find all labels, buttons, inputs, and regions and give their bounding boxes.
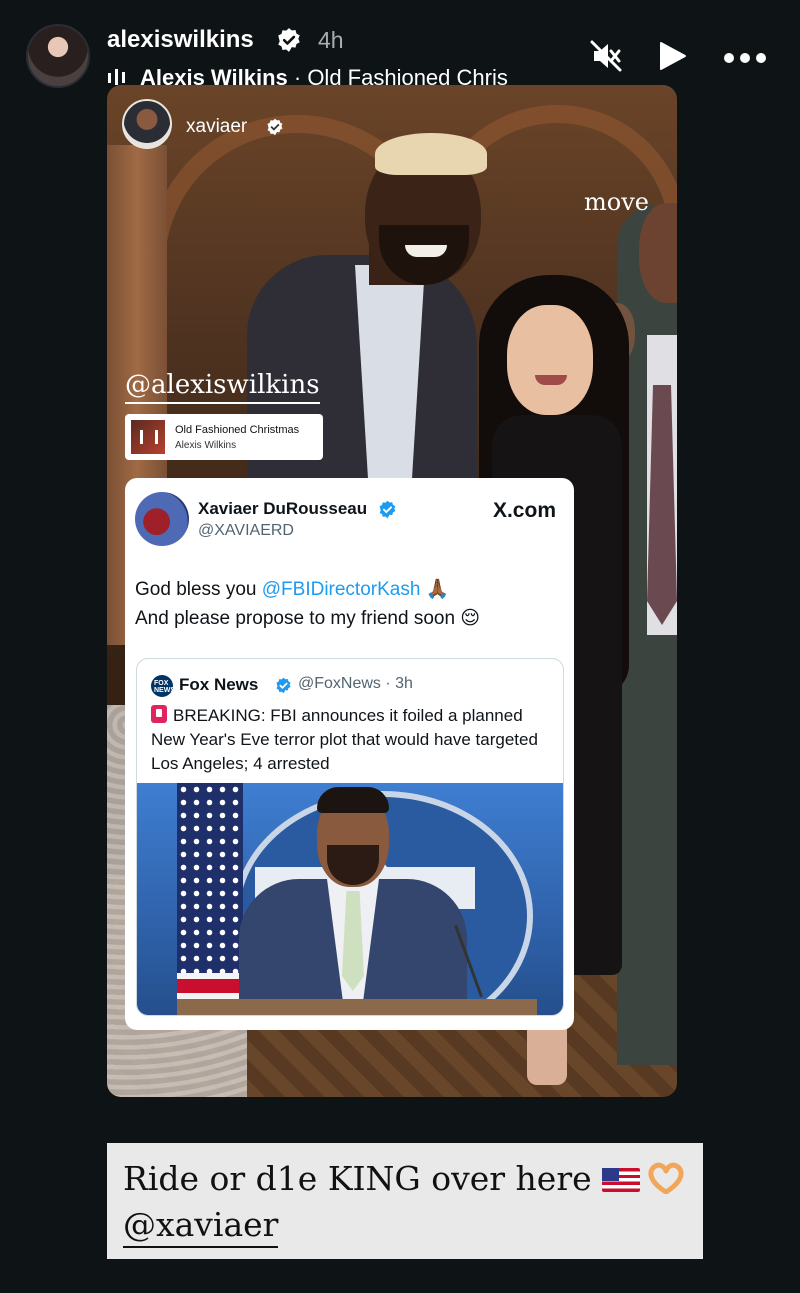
album-art	[131, 420, 165, 454]
mute-icon[interactable]	[588, 38, 624, 74]
verified-badge-icon	[267, 118, 283, 136]
quote-meta: @FoxNews · 3h	[298, 675, 413, 692]
woman-lips	[535, 375, 567, 385]
music-sticker[interactable]: Old Fashioned Christmas Alexis Wilkins	[125, 414, 323, 460]
music-sticker-artist: Alexis Wilkins	[175, 440, 237, 451]
quote-author-name: Fox News	[179, 675, 259, 694]
tweet-text-prefix: God bless you	[135, 579, 262, 600]
woman-face	[507, 305, 593, 415]
verified-badge-icon	[276, 677, 291, 694]
tweet-author-handle: @XAVIAERD	[198, 522, 294, 539]
tweet-emoji: 🙏🏾	[420, 579, 450, 600]
tweet-text-line2: And please propose to my friend soon 😌	[135, 608, 481, 629]
music-sticker-title: Old Fashioned Christmas	[175, 424, 300, 436]
play-icon[interactable]	[655, 40, 687, 72]
breaking-alert-icon	[151, 705, 167, 723]
caption-mention[interactable]: @xaviaer	[123, 1205, 279, 1248]
fox-news-logo-text: FOX NEWS	[154, 680, 175, 694]
flag-emoji-icon	[601, 1168, 640, 1192]
time-ago: 4h	[318, 27, 344, 53]
verified-badge-icon	[278, 28, 300, 52]
caption-line1: Ride or d1e KING over here	[123, 1159, 686, 1198]
fox-news-logo: FOX NEWS	[151, 675, 175, 697]
tweet-avatar	[135, 492, 189, 546]
quote-text-wrap: BREAKING: FBI announces it foiled a plan…	[151, 704, 555, 776]
tweet-source: X.com	[492, 499, 556, 522]
tweet-author-name: Xaviaer DuRousseau	[198, 499, 368, 518]
podium	[177, 999, 537, 1015]
mention-sticker[interactable]: @alexiswilkins	[125, 370, 320, 404]
repost-avatar[interactable]	[122, 99, 172, 149]
tweet-card[interactable]: Xaviaer DuRousseau @XAVIAERD X.com God b…	[125, 478, 574, 1030]
man-smile	[405, 245, 447, 257]
tweet-text: God bless you @FBIDirectorKash 🙏🏾 And pl…	[135, 575, 560, 633]
quote-text: BREAKING: FBI announces it foiled a plan…	[151, 706, 538, 773]
speaker-hair	[317, 787, 389, 813]
verified-badge-icon	[379, 500, 396, 519]
man-hair	[375, 133, 487, 175]
tweet-mention-link[interactable]: @FBIDirectorKash	[262, 579, 421, 600]
quoted-tweet[interactable]: FOX NEWS Fox News @FoxNews · 3h BREAKING…	[136, 658, 564, 1016]
quote-image[interactable]	[137, 783, 563, 1015]
more-icon[interactable]	[722, 50, 768, 66]
repost-username[interactable]: xaviaer	[186, 116, 247, 138]
username[interactable]: alexiswilkins	[107, 26, 254, 54]
music-bars-icon	[108, 69, 125, 85]
american-flag	[177, 783, 243, 1015]
caption-sticker: Ride or d1e KING over here @xaviaer	[107, 1143, 703, 1259]
move-label: move	[584, 188, 649, 216]
heart-hands-emoji-icon	[648, 1162, 684, 1194]
avatar[interactable]	[26, 24, 90, 88]
caption-text: Ride or d1e KING over here	[123, 1159, 592, 1198]
